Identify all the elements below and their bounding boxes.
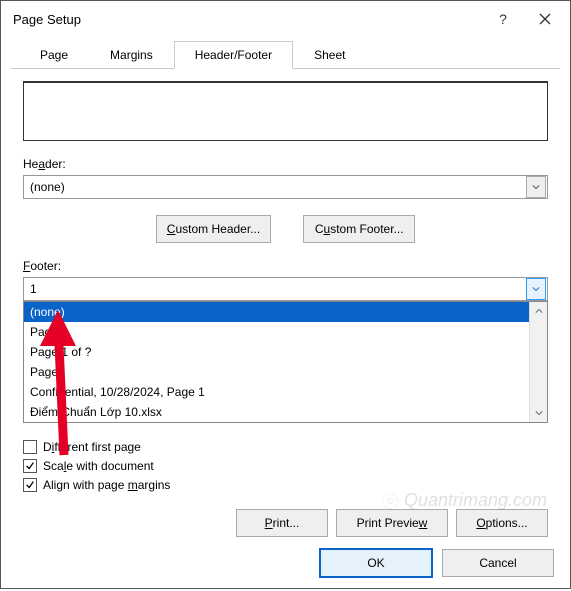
cancel-button[interactable]: Cancel [442,549,554,577]
custom-footer-button[interactable]: Custom Footer... [303,215,415,243]
check-align-with-page-margins[interactable]: Align with page margins [23,478,548,492]
checkbox-icon [23,459,37,473]
print-button-row: Print... Print Preview Options... [23,509,548,537]
footer-combo-value: 1 [24,282,525,296]
footer-option[interactable]: Page 1 [24,322,529,342]
print-preview-button[interactable]: Print Preview [336,509,448,537]
ok-button[interactable]: OK [320,549,432,577]
header-combo-arrow[interactable] [526,176,546,198]
footer-dropdown-list[interactable]: (none) Page 1 Page 1 of ? Page1 Confiden… [23,301,548,423]
custom-header-button[interactable]: Custom Header... [156,215,271,243]
titlebar: Page Setup ? [1,1,570,37]
scroll-down-icon[interactable] [530,404,547,422]
footer-combo-arrow[interactable] [526,278,546,300]
footer-option[interactable]: Điểm Chuẩn Lớp 10.xlsx [24,402,529,422]
custom-button-row: Custom Header... Custom Footer... [23,215,548,243]
options-button[interactable]: Options... [456,509,548,537]
footer-option-none[interactable]: (none) [24,302,529,322]
header-combo[interactable]: (none) [23,175,548,199]
tab-strip: Page Margins Header/Footer Sheet [1,41,570,69]
tab-sheet[interactable]: Sheet [293,41,366,69]
scroll-up-icon[interactable] [530,302,547,320]
footer-combo[interactable]: 1 [23,277,548,301]
header-combo-value: (none) [24,180,525,194]
header-preview [23,81,548,141]
window-title: Page Setup [13,12,482,27]
close-button[interactable] [524,1,566,37]
checkbox-icon [23,478,37,492]
check-different-first-page[interactable]: Different first page [23,440,548,454]
check-scale-with-document[interactable]: Scale with document [23,459,548,473]
print-button[interactable]: Print... [236,509,328,537]
content-area: Header: (none) Custom Header... Custom F… [1,69,570,537]
help-button[interactable]: ? [482,1,524,37]
dialog-button-bar: OK Cancel [1,537,570,591]
footer-option[interactable]: Page1 [24,362,529,382]
tab-header-footer[interactable]: Header/Footer [174,41,293,69]
footer-option[interactable]: Page 1 of ? [24,342,529,362]
page-setup-dialog: Page Setup ? Page Margins Header/Footer … [0,0,571,589]
footer-option[interactable]: Confidential, 10/28/2024, Page 1 [24,382,529,402]
footer-label: Footer: [23,259,548,273]
checkbox-icon [23,440,37,454]
header-label: Header: [23,157,548,171]
dropdown-scrollbar[interactable] [529,302,547,422]
tab-margins[interactable]: Margins [89,41,174,69]
checkbox-group: Different first page Scale with document… [23,435,548,497]
tab-page[interactable]: Page [19,41,89,69]
